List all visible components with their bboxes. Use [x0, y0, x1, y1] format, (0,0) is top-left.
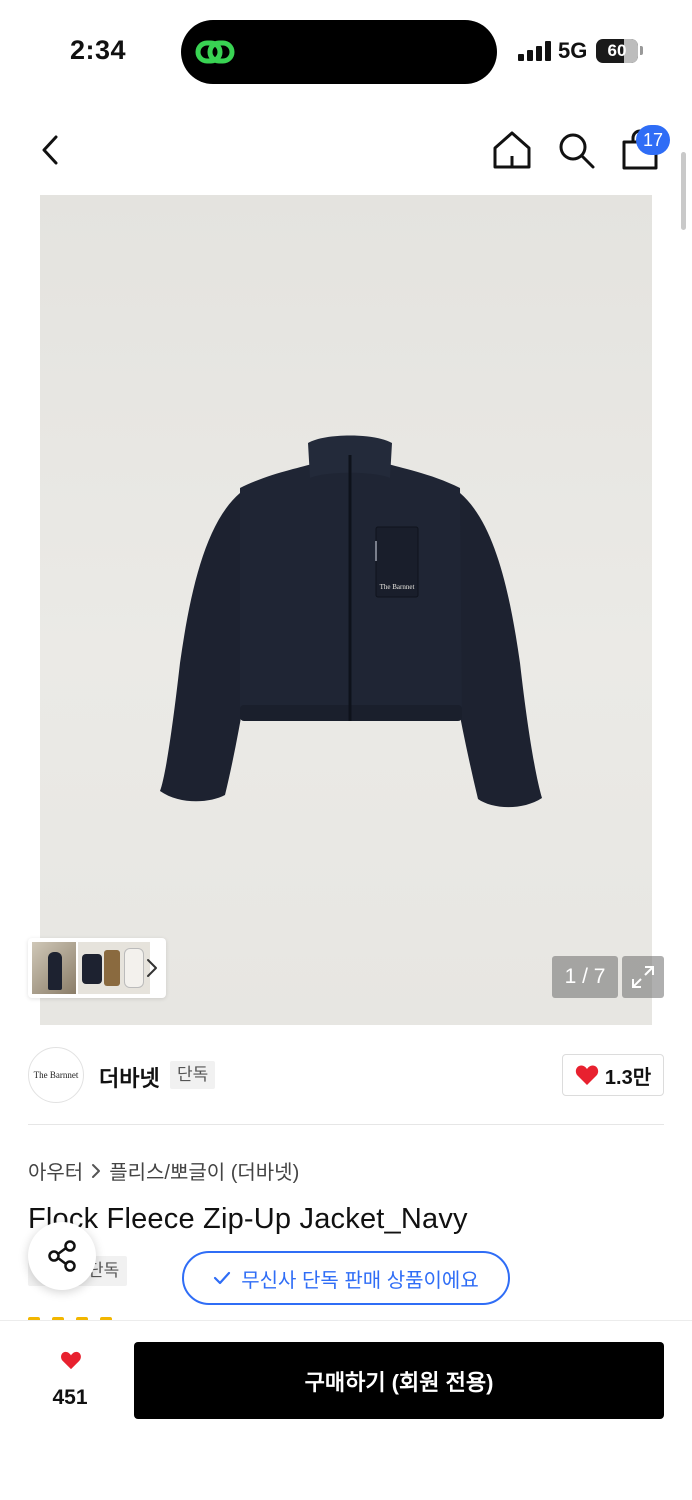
network-type: 5G	[558, 38, 588, 63]
brand-like-count: 1.3만	[604, 1066, 652, 1089]
jacket-image: The Barnnet	[160, 435, 542, 808]
search-icon[interactable]	[554, 128, 598, 172]
expand-icon	[632, 966, 654, 988]
chevron-right-icon	[92, 1163, 101, 1178]
heart-icon	[575, 1065, 599, 1085]
brand-logo[interactable]: The Barnnet	[28, 1047, 84, 1103]
top-nav	[0, 110, 692, 190]
exclusive-notice-text: 무신사 단독 판매 상품이에요	[241, 1269, 479, 1292]
battery-icon: 60	[596, 39, 638, 63]
wishlist-heart-icon[interactable]	[36, 1344, 106, 1388]
share-button[interactable]	[28, 1222, 96, 1290]
exclusive-notice[interactable]: 무신사 단독 판매 상품이에요	[182, 1251, 510, 1305]
home-icon[interactable]	[490, 128, 534, 172]
status-bar: 2:34 5G 60	[0, 0, 692, 100]
jacket-logo-text: The Barnnet	[380, 583, 415, 591]
breadcrumb-subcategory[interactable]: 플리스/뽀글이 (더바넷)	[109, 1156, 299, 1185]
share-icon	[48, 1240, 76, 1272]
link-app-icon	[195, 40, 235, 64]
chevron-right-icon[interactable]	[142, 956, 162, 980]
thumbnail-2[interactable]	[78, 942, 150, 994]
back-icon	[42, 135, 58, 165]
product-image[interactable]: The Barnnet	[40, 195, 652, 1025]
brand-like-button[interactable]: 1.3만	[562, 1054, 664, 1096]
cart-count-badge: 17	[636, 125, 670, 155]
status-time: 2:34	[70, 35, 127, 65]
thumbnail-1[interactable]	[32, 942, 76, 994]
wishlist-count: 451	[52, 1386, 88, 1409]
section-divider	[28, 1124, 664, 1125]
breadcrumb: 아우터 플리스/뽀글이 (더바넷)	[28, 1156, 299, 1185]
check-icon	[214, 1271, 231, 1285]
buy-button-label: 구매하기 (회원 전용)	[304, 1369, 494, 1395]
brand-name[interactable]: 더바넷	[99, 1061, 160, 1093]
back-button[interactable]	[30, 128, 70, 172]
brand-logo-text: The Barnnet	[33, 1070, 79, 1080]
breadcrumb-category[interactable]: 아우터	[28, 1156, 83, 1185]
scrollbar[interactable]	[681, 152, 686, 230]
signal-icon	[518, 41, 551, 61]
battery-level: 60	[607, 41, 627, 60]
battery-nub	[640, 46, 643, 55]
expand-button[interactable]	[622, 956, 664, 998]
buy-button[interactable]: 구매하기 (회원 전용)	[134, 1342, 664, 1419]
brand-exclusive-badge: 단독	[170, 1061, 216, 1089]
dynamic-island	[181, 20, 497, 84]
product-title: Flock Fleece Zip-Up Jacket_Navy	[28, 1203, 468, 1235]
image-page-counter: 1 / 7	[552, 956, 618, 998]
